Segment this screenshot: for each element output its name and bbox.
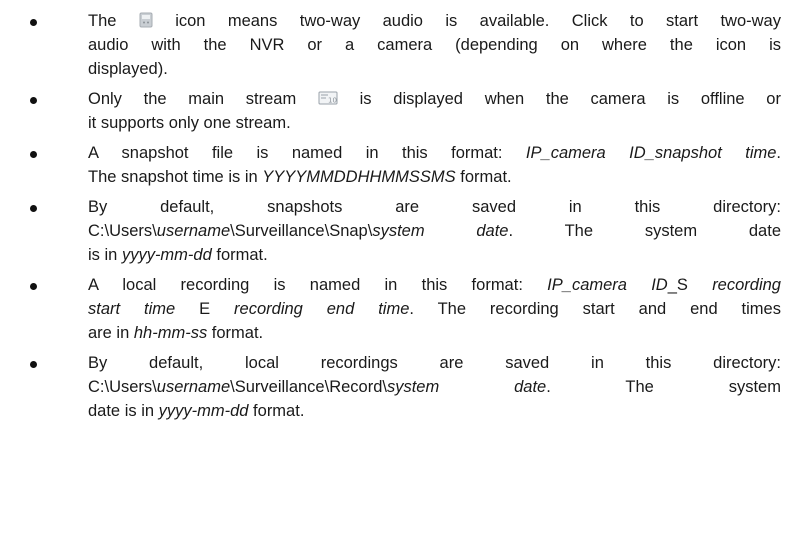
svg-text:10: 10: [328, 97, 337, 105]
text-line: A local recording is named in this forma…: [88, 276, 781, 294]
bullet: [30, 151, 37, 158]
main-stream-icon: 10: [318, 90, 338, 112]
text-line: The snapshot time is in YYYYMMDDHHMMSSMS…: [88, 168, 512, 186]
bullet: [30, 205, 37, 212]
text-line: it supports only one stream.: [88, 114, 291, 132]
text-line: By default, local recordings are saved i…: [88, 354, 781, 372]
text-line: The icon means two-way audio is availabl…: [88, 10, 781, 34]
text-line: is in yyyy-mm-dd format.: [88, 246, 268, 264]
text-line: C:\Users\username\Surveillance\Record\sy…: [88, 378, 781, 396]
bullet: [30, 283, 37, 290]
text-line: A snapshot file is named in this format:…: [88, 144, 781, 162]
text-line: start time E recording end time. The rec…: [88, 300, 781, 318]
text-line: displayed).: [88, 60, 168, 78]
two-way-audio-icon: [139, 12, 153, 34]
text-line: C:\Users\username\Surveillance\Snap\syst…: [88, 222, 781, 240]
bullet: [30, 19, 37, 26]
text-line: date is in yyyy-mm-dd format.: [88, 402, 305, 420]
text-line: audio with the NVR or a camera (dependin…: [88, 36, 781, 54]
bullet: [30, 97, 37, 104]
text-line: are in hh-mm-ss format.: [88, 324, 264, 342]
bullet: [30, 361, 37, 368]
text-line: Only the main stream 10 is displayed whe…: [88, 88, 781, 112]
text-line: By default, snapshots are saved in this …: [88, 198, 781, 216]
